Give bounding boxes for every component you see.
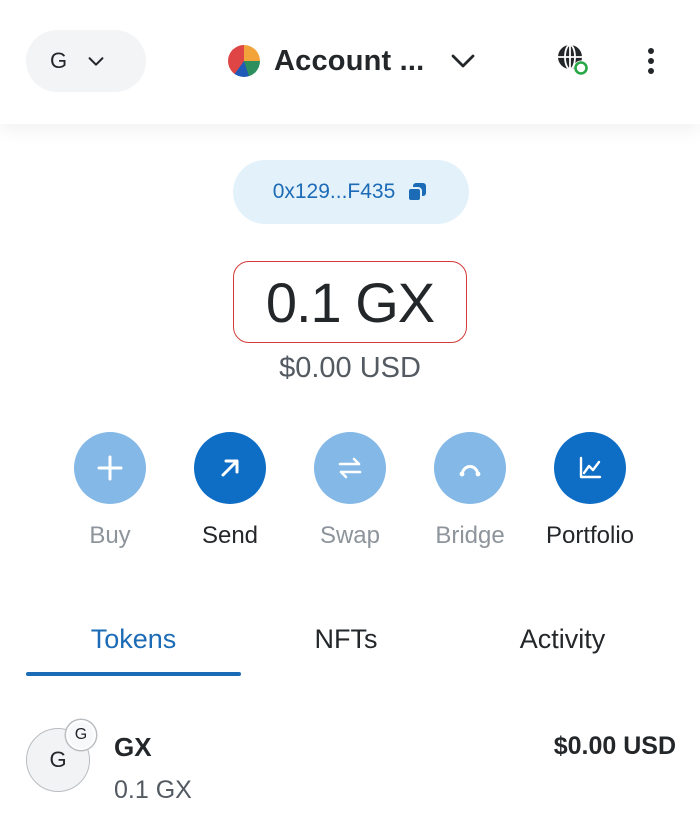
bridge-icon <box>459 465 481 477</box>
app-header: G Account ... <box>0 0 700 124</box>
bridge-label: Bridge <box>435 522 505 549</box>
network-badge: G <box>66 720 96 750</box>
bridge-button[interactable]: Bridge <box>410 432 530 550</box>
send-label: Send <box>201 522 259 549</box>
dot <box>648 58 654 64</box>
plus-icon <box>97 455 123 481</box>
swap-arrows-icon <box>338 457 362 479</box>
swap-button[interactable]: Swap <box>290 432 410 550</box>
portfolio-label: Portfolio <box>545 522 635 549</box>
wallet-home: G Account ... 0x129...F435 0.1 GX $0.00 … <box>0 0 700 835</box>
tab-tokens[interactable]: Tokens <box>26 600 241 678</box>
swap-circle <box>314 432 386 504</box>
token-name: GX <box>114 732 152 762</box>
balance-amount: 0.1 GX <box>265 270 435 334</box>
account-address-copy-button[interactable]: 0x129...F435 <box>233 160 469 224</box>
connected-site-globe-icon[interactable] <box>555 42 591 78</box>
buy-circle <box>74 432 146 504</box>
send-button[interactable]: Send <box>170 432 290 550</box>
arrow-up-right-icon <box>221 459 239 477</box>
chevron-down-icon <box>88 57 104 66</box>
tab-activity[interactable]: Activity <box>451 600 674 678</box>
dot <box>648 68 654 74</box>
asset-tabs: Tokens NFTs Activity <box>26 600 674 680</box>
account-address: 0x129...F435 <box>272 180 396 203</box>
account-avatar <box>228 45 260 77</box>
copy-icon <box>407 183 427 202</box>
more-options-icon[interactable] <box>636 44 666 78</box>
portfolio-circle <box>554 432 626 504</box>
network-avatar: G <box>50 48 68 73</box>
chart-icon <box>579 456 602 479</box>
dot <box>648 48 654 54</box>
wallet-actions: Buy Send Swap Bridge Portfolio <box>0 432 700 562</box>
token-amount: 0.1 GX <box>114 776 192 804</box>
swap-label: Swap <box>319 522 381 549</box>
token-list-item[interactable]: G G GX 0.1 GX $0.00 USD <box>26 720 676 810</box>
buy-button[interactable]: Buy <box>50 432 170 550</box>
token-fiat-value: $0.00 USD <box>553 732 676 760</box>
active-tab-indicator <box>26 672 241 676</box>
chevron-down-icon <box>452 54 475 68</box>
buy-label: Buy <box>89 522 131 549</box>
balance-fiat: $0.00 USD <box>279 352 421 384</box>
tab-nfts[interactable]: NFTs <box>241 600 451 678</box>
balance-display: 0.1 GX <box>233 261 467 343</box>
bridge-circle <box>434 432 506 504</box>
send-circle <box>194 432 266 504</box>
account-name: Account ... <box>274 44 425 77</box>
account-picker-button[interactable]: Account ... <box>228 30 478 92</box>
network-picker-button[interactable]: G <box>26 30 146 92</box>
portfolio-button[interactable]: Portfolio <box>530 432 650 550</box>
